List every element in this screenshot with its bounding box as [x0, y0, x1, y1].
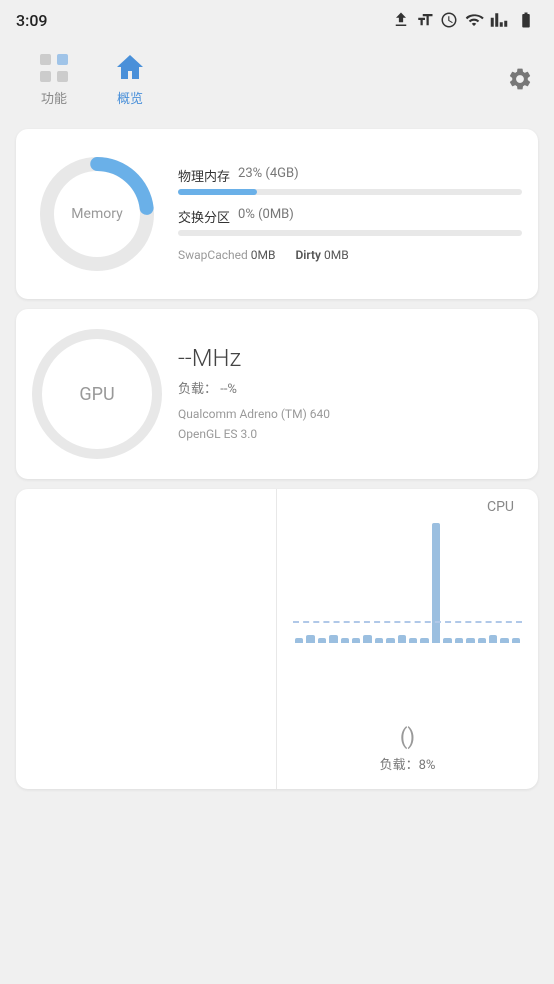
- gpu-card: GPU --MHz 负载： --% Qualcomm Adreno (TM) 6…: [16, 309, 538, 479]
- cpu-bar: [478, 638, 486, 643]
- swap-value: 0% (0MB): [238, 207, 294, 226]
- home-icon: [112, 50, 148, 86]
- cpu-card: CPU () 负载：8%: [16, 489, 538, 789]
- dirty-value: 0MB: [324, 248, 349, 262]
- memory-info: 物理内存 23% (4GB) 交换分区 0% (0MB) SwapCached …: [178, 166, 522, 262]
- download-icon: [392, 11, 410, 29]
- swap-bar-bg: [178, 230, 522, 236]
- gpu-info: --MHz 负载： --% Qualcomm Adreno (TM) 640 O…: [178, 344, 522, 443]
- gpu-load: 负载： --%: [178, 378, 522, 397]
- cpu-bar: [409, 638, 417, 643]
- physical-memory-row: 物理内存 23% (4GB): [178, 166, 522, 195]
- func-icon: [36, 50, 72, 86]
- wifi-icon: [464, 11, 484, 29]
- cpu-left-panel: [16, 489, 277, 789]
- cpu-bar: [295, 638, 303, 643]
- cpu-right-panel: CPU () 负载：8%: [277, 489, 538, 789]
- cpu-bar: [386, 638, 394, 643]
- swap-memory-row: 交换分区 0% (0MB): [178, 207, 522, 236]
- memory-card: Memory 物理内存 23% (4GB) 交换分区 0% (0MB): [16, 129, 538, 299]
- status-bar: 3:09: [0, 0, 554, 40]
- cpu-bar: [363, 635, 371, 643]
- gpu-model-line2: OpenGL ES 3.0: [178, 425, 522, 444]
- cpu-bar: [512, 638, 520, 643]
- clock-icon: [440, 11, 458, 29]
- cpu-bar: [466, 638, 474, 643]
- swap-cached-label: SwapCached: [178, 248, 248, 262]
- cpu-bar: [420, 638, 428, 643]
- memory-meta: SwapCached 0MB Dirty 0MB: [178, 248, 522, 262]
- nav-tabs: 功能 概览: [16, 46, 168, 111]
- cpu-bar: [443, 638, 451, 643]
- tab-func-label: 功能: [41, 88, 67, 107]
- gpu-load-value: --%: [220, 382, 237, 397]
- settings-button[interactable]: [502, 61, 538, 97]
- cpu-bar: [341, 638, 349, 643]
- signal-icon: [490, 11, 508, 29]
- cpu-dashed-line: [293, 621, 522, 623]
- dirty: Dirty 0MB: [295, 248, 348, 262]
- tab-overview-label: 概览: [117, 88, 143, 107]
- dirty-label: Dirty: [295, 248, 321, 262]
- cpu-bar: [500, 638, 508, 643]
- cpu-bar: [375, 638, 383, 643]
- cpu-bars: [293, 523, 522, 643]
- swap-cached: SwapCached 0MB: [178, 248, 275, 262]
- cpu-chart-inner: [293, 523, 522, 701]
- tab-func[interactable]: 功能: [16, 46, 92, 111]
- memory-donut-label: Memory: [71, 206, 122, 222]
- battery-icon: [514, 11, 538, 29]
- cpu-bar: [489, 635, 497, 643]
- gpu-load-label: 负载：: [178, 382, 217, 397]
- memory-donut: Memory: [32, 149, 162, 279]
- gpu-mhz: --MHz: [178, 344, 522, 372]
- physical-memory-bar-fill: [178, 189, 257, 195]
- cpu-load-label: 负载：8%: [380, 754, 436, 773]
- cpu-bar: [306, 635, 314, 643]
- cpu-bar: [455, 638, 463, 643]
- settings-icon: [507, 66, 533, 92]
- physical-memory-bar-bg: [178, 189, 522, 195]
- physical-memory-label: 物理内存: [178, 166, 230, 185]
- cpu-bar: [329, 635, 337, 643]
- gpu-circle-label: GPU: [79, 384, 114, 405]
- physical-memory-value: 23% (4GB): [238, 166, 299, 185]
- status-time: 3:09: [16, 11, 48, 30]
- cpu-bar: [432, 523, 440, 643]
- nav-bar: 功能 概览: [0, 40, 554, 119]
- gpu-circle: GPU: [32, 329, 162, 459]
- cpu-chart-area: [293, 523, 522, 721]
- cpu-bar: [352, 638, 360, 643]
- cpu-center-label: (): [400, 725, 415, 750]
- font-icon: [416, 11, 434, 29]
- gpu-model: Qualcomm Adreno (TM) 640 OpenGL ES 3.0: [178, 405, 522, 443]
- swap-label: 交换分区: [178, 207, 230, 226]
- swap-cached-value: 0MB: [251, 248, 276, 262]
- cpu-bar: [398, 635, 406, 643]
- tab-overview[interactable]: 概览: [92, 46, 168, 111]
- cpu-bar: [318, 638, 326, 643]
- cpu-label: CPU: [487, 499, 522, 515]
- status-icons: [392, 11, 538, 29]
- gpu-model-line1: Qualcomm Adreno (TM) 640: [178, 405, 522, 424]
